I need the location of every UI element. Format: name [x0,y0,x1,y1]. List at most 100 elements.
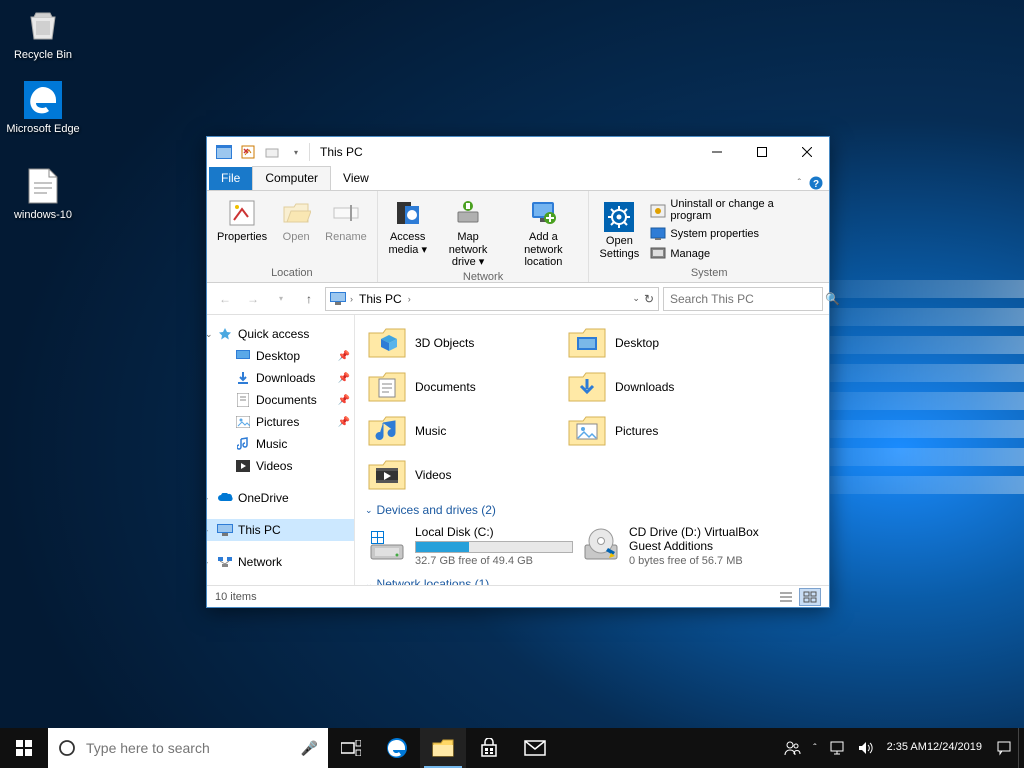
nav-thispc[interactable]: ›This PC [207,519,354,541]
taskbar-edge[interactable] [374,728,420,768]
show-desktop-button[interactable] [1018,728,1024,768]
edge-icon [23,80,63,120]
tab-computer[interactable]: Computer [252,166,331,190]
taskbar-search-input[interactable] [86,740,291,756]
ribbon: Properties Open Rename Location Access m… [207,191,829,283]
desktop-icon-textfile[interactable]: windows-10 [6,166,80,222]
desktop-icon-edge[interactable]: Microsoft Edge [6,80,80,136]
folder-pictures[interactable]: Pictures [565,409,765,453]
refresh-icon[interactable]: ↻ [644,292,654,306]
ribbon-system-properties-button[interactable]: System properties [650,226,817,242]
desktop-folder-icon [567,323,607,363]
cd-drive-icon [581,525,621,565]
thispc-icon [217,522,233,538]
tray-people[interactable] [777,728,807,768]
search-icon[interactable]: 🔍 [825,292,840,306]
desktop-icon-recycle-bin[interactable]: Recycle Bin [6,6,80,62]
ribbon-group-location: Location [271,265,313,281]
qat-newfolder-icon[interactable] [261,141,283,163]
open-icon [280,197,312,229]
nav-desktop[interactable]: Desktop📌 [207,345,354,367]
ribbon-open-button: Open [272,194,320,265]
documents-folder-icon [367,367,407,407]
navigation-pane[interactable]: ⌄Quick access Desktop📌 Downloads📌 Docume… [207,315,355,585]
folder-3d-objects[interactable]: 3D Objects [365,321,565,365]
star-icon [217,326,233,342]
taskbar-file-explorer[interactable] [420,728,466,768]
onedrive-icon [217,490,233,506]
qat-dropdown-icon[interactable]: ▾ [285,141,307,163]
tray-clock[interactable]: 2:35 AM12/24/2019 [879,728,990,768]
pin-icon: 📌 [338,351,350,362]
folder-downloads[interactable]: Downloads [565,365,765,409]
minimize-button[interactable] [694,137,739,167]
ribbon-map-network-drive-button[interactable]: Map network drive ▾ [433,194,504,269]
start-button[interactable] [0,728,48,768]
tray-volume-icon[interactable] [851,728,879,768]
breadcrumb-thispc[interactable]: This PC [357,292,404,306]
content-pane[interactable]: 3D Objects Desktop Documents Downloads M… [355,315,829,585]
chevron-down-icon[interactable]: ⌄ [207,329,217,340]
ribbon-access-media-button[interactable]: Access media ▾ [384,194,432,269]
qat-properties-icon[interactable] [237,141,259,163]
chevron-right-icon[interactable]: › [350,294,353,304]
help-icon[interactable]: ? [809,176,823,190]
mic-icon[interactable]: 🎤 [301,740,318,757]
address-dropdown-icon[interactable]: ⌄ [632,293,640,304]
ribbon-uninstall-button[interactable]: Uninstall or change a program [650,198,817,222]
tab-file[interactable]: File [209,167,252,190]
tray-overflow[interactable]: ˆ [807,728,822,768]
taskbar-store[interactable] [466,728,512,768]
taskbar-mail[interactable] [512,728,558,768]
textfile-icon [23,166,63,206]
videos-icon [235,458,251,474]
folder-documents[interactable]: Documents [365,365,565,409]
thispc-icon [330,292,346,306]
desktop-icon [235,348,251,364]
view-details-button[interactable] [775,588,797,606]
ribbon-manage-button[interactable]: Manage [650,246,817,262]
drive-local-disk-c[interactable]: Local Disk (C:)32.7 GB free of 49.4 GB [365,521,575,571]
ribbon-open-settings-button[interactable]: Open Settings [595,198,643,260]
group-network-locations[interactable]: ⌄Network locations (1) [365,571,819,585]
nav-music[interactable]: Music [207,433,354,455]
folder-videos[interactable]: Videos [365,453,565,497]
titlebar[interactable]: ▾ This PC [207,137,829,167]
search-input[interactable] [670,292,825,306]
folder-music[interactable]: Music [365,409,565,453]
uninstall-icon [650,202,666,218]
ribbon-properties-button[interactable]: Properties [213,194,271,265]
nav-downloads[interactable]: Downloads📌 [207,367,354,389]
taskbar-search[interactable]: 🎤 [48,728,328,768]
nav-network[interactable]: ›Network [207,551,354,573]
nav-up-button[interactable]: ↑ [297,287,321,311]
group-devices-and-drives[interactable]: ⌄Devices and drives (2) [365,497,819,521]
nav-documents[interactable]: Documents📌 [207,389,354,411]
folder-desktop[interactable]: Desktop [565,321,765,365]
chevron-right-icon[interactable]: › [408,294,411,304]
close-button[interactable] [784,137,829,167]
settings-icon [603,201,635,233]
view-tiles-button[interactable] [799,588,821,606]
app-icon [213,141,235,163]
nav-onedrive[interactable]: ›OneDrive [207,487,354,509]
address-bar[interactable]: › This PC › ⌄ ↻ [325,287,659,311]
ribbon-add-network-location-button[interactable]: Add a network location [504,194,582,269]
tab-view[interactable]: View [331,167,381,190]
nav-quick-access[interactable]: ⌄Quick access [207,323,354,345]
tray-action-center[interactable] [990,728,1018,768]
maximize-button[interactable] [739,137,784,167]
tray-network-icon[interactable] [823,728,851,768]
taskbar: 🎤 ˆ 2:35 AM12/24/2019 [0,728,1024,768]
chevron-right-icon[interactable]: › [207,493,217,503]
chevron-right-icon[interactable]: › [207,525,217,535]
nav-pictures[interactable]: Pictures📌 [207,411,354,433]
task-view-button[interactable] [328,728,374,768]
nav-videos[interactable]: Videos [207,455,354,477]
ribbon-collapse-icon[interactable]: ˆ [798,178,801,189]
desktop[interactable]: Recycle Bin Microsoft Edge windows-10 ▾ … [0,0,1024,768]
chevron-right-icon[interactable]: › [207,557,217,567]
drive-cd-d[interactable]: CD Drive (D:) VirtualBox Guest Additions… [579,521,789,571]
manage-icon [650,246,666,262]
search-box[interactable]: 🔍 [663,287,823,311]
